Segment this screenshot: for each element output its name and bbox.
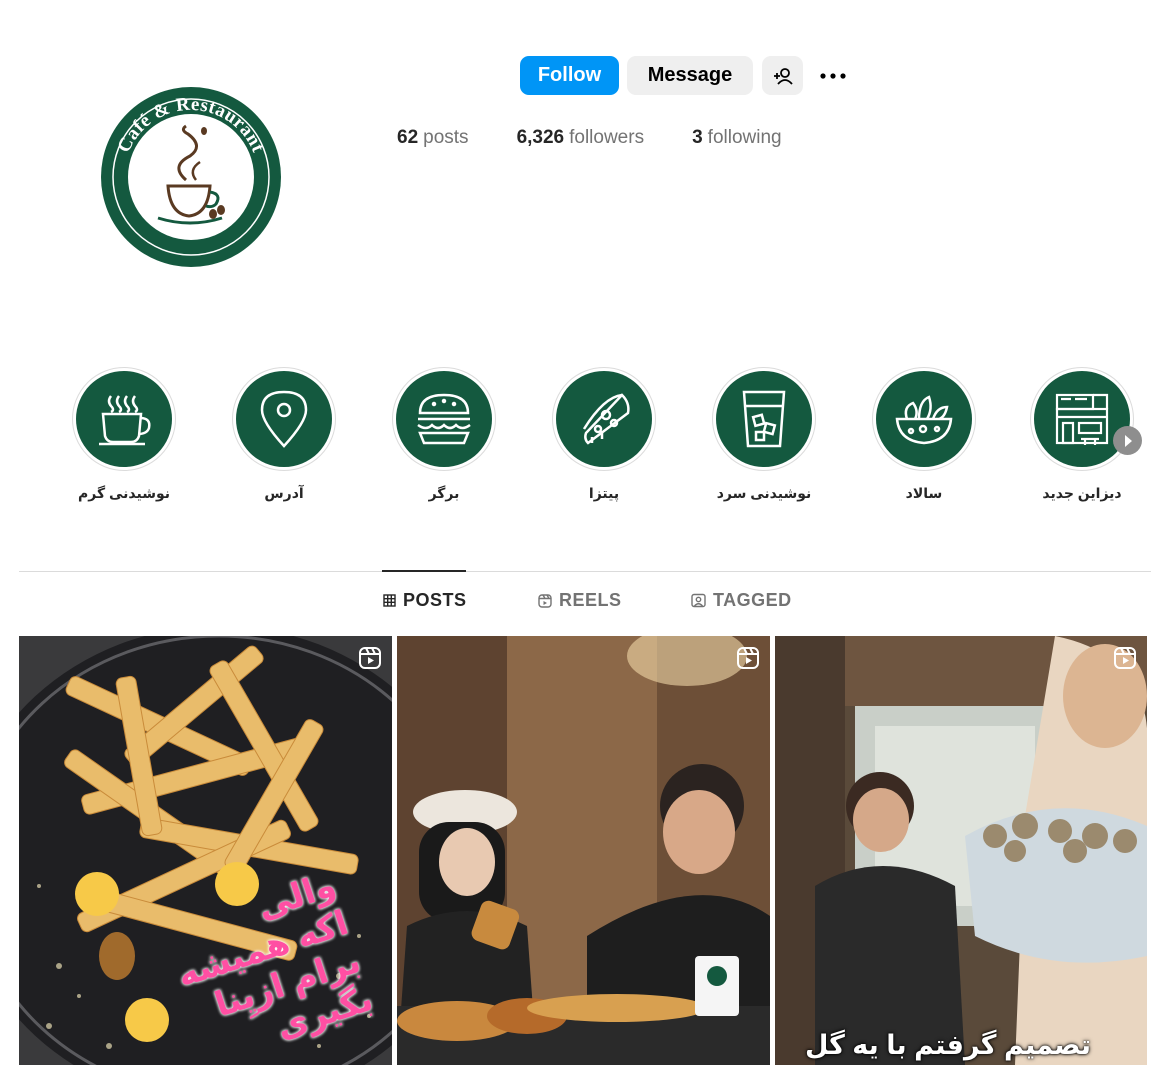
reel-icon bbox=[737, 647, 759, 669]
more-options-button[interactable] bbox=[815, 56, 851, 95]
followers-count-value: 6,326 bbox=[516, 127, 565, 148]
highlight-label: آدرس bbox=[264, 485, 304, 501]
profile-stats: 62 posts 6,326 followers 3 following bbox=[397, 127, 782, 149]
tab-tagged[interactable]: TAGGED bbox=[691, 590, 792, 611]
highlight-hot-drinks[interactable]: نوشیدنی گرم bbox=[54, 367, 194, 502]
highlight-ring bbox=[712, 367, 816, 471]
following-count-value: 3 bbox=[692, 127, 703, 148]
person-add-icon bbox=[773, 67, 793, 85]
post-tile-flowers[interactable]: تصمیم گرفتم با یه گل bbox=[775, 636, 1147, 1065]
post-tile-couple[interactable] bbox=[397, 636, 770, 1065]
burger-icon bbox=[417, 393, 471, 445]
posts-count-value: 62 bbox=[397, 127, 419, 148]
reel-icon bbox=[1114, 647, 1136, 669]
post-caption: تصمیم گرفتم با یه گل bbox=[804, 1030, 1091, 1060]
grid-icon bbox=[383, 594, 396, 607]
active-tab-indicator bbox=[382, 570, 466, 572]
highlight-ring bbox=[872, 367, 976, 471]
following-count-label: following bbox=[707, 127, 782, 148]
more-options-icon bbox=[820, 72, 846, 79]
highlight-address[interactable]: آدرس bbox=[214, 367, 354, 502]
iced-drink-icon bbox=[742, 390, 786, 448]
reel-icon bbox=[359, 647, 381, 669]
highlight-salad[interactable]: سالاد bbox=[854, 367, 994, 502]
highlight-label: پیتزا bbox=[588, 485, 620, 501]
storefront-icon bbox=[1055, 393, 1109, 445]
highlight-cold-drinks[interactable]: نوشیدنی سرد bbox=[694, 367, 834, 502]
highlights-next-button[interactable] bbox=[1113, 426, 1142, 455]
highlight-ring bbox=[1030, 367, 1134, 471]
following-count[interactable]: 3 following bbox=[692, 127, 782, 149]
followers-count-label: followers bbox=[569, 127, 645, 148]
highlight-label: سالاد bbox=[905, 485, 943, 501]
highlight-cover bbox=[556, 371, 652, 467]
pizza-slice-icon bbox=[582, 393, 630, 445]
salad-bowl-icon bbox=[895, 395, 953, 445]
highlight-cover bbox=[1034, 371, 1130, 467]
highlight-label: برگر bbox=[428, 485, 460, 501]
highlight-cover bbox=[236, 371, 332, 467]
highlight-ring bbox=[232, 367, 336, 471]
post-tile-fries[interactable]: والی اکه همیشه برام ازیِنا بگیری bbox=[19, 636, 392, 1065]
highlight-pizza[interactable]: پیتزا bbox=[534, 367, 674, 502]
highlight-cover bbox=[396, 371, 492, 467]
chevron-right-icon bbox=[1124, 434, 1132, 447]
follow-button[interactable]: Follow bbox=[520, 56, 619, 95]
tab-posts-label: POSTS bbox=[403, 590, 467, 610]
posts-count: 62 posts bbox=[397, 127, 469, 149]
highlight-ring bbox=[552, 367, 656, 471]
highlight-ring bbox=[392, 367, 496, 471]
location-pin-icon bbox=[260, 390, 308, 448]
tagged-icon bbox=[691, 593, 706, 608]
highlight-label: نوشیدنی گرم bbox=[77, 485, 171, 501]
reels-icon bbox=[538, 593, 552, 608]
profile-actions: Follow Message bbox=[520, 56, 851, 95]
tab-tagged-label: TAGGED bbox=[713, 590, 792, 610]
highlight-burger[interactable]: برگر bbox=[374, 367, 514, 502]
highlight-ring bbox=[72, 367, 176, 471]
followers-count[interactable]: 6,326 followers bbox=[517, 127, 645, 149]
tabs-divider bbox=[19, 571, 1151, 572]
hot-cup-icon bbox=[99, 395, 151, 446]
post-image bbox=[397, 636, 770, 1065]
highlight-cover bbox=[876, 371, 972, 467]
post-image bbox=[775, 636, 1147, 1065]
message-button[interactable]: Message bbox=[627, 56, 753, 95]
highlight-label: دیزاین جدید bbox=[1042, 485, 1122, 501]
suggest-user-button[interactable] bbox=[762, 56, 803, 95]
tab-posts[interactable]: POSTS bbox=[383, 590, 467, 611]
highlight-cover bbox=[716, 371, 812, 467]
tab-reels[interactable]: REELS bbox=[538, 590, 622, 611]
highlight-cover bbox=[76, 371, 172, 467]
posts-count-label: posts bbox=[423, 127, 469, 148]
profile-avatar[interactable]: Café & Restaurant nersi bbox=[100, 86, 282, 268]
highlight-label: نوشیدنی سرد bbox=[716, 485, 812, 501]
tab-reels-label: REELS bbox=[559, 590, 622, 610]
